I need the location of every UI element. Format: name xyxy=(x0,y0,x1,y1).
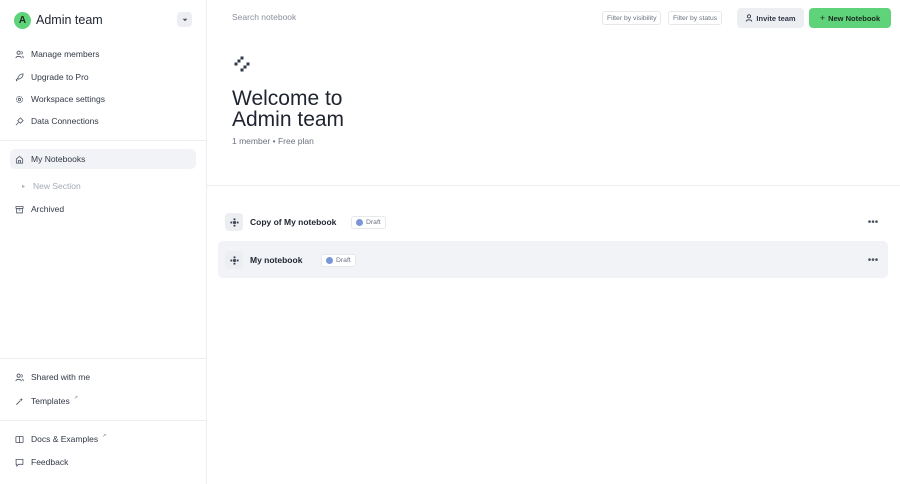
users-icon xyxy=(15,373,24,382)
sidebar-item-upgrade[interactable]: Upgrade to Pro xyxy=(10,67,196,87)
filter-status-button[interactable]: Filter by status xyxy=(668,11,723,25)
status-dot-icon xyxy=(326,257,333,264)
search-input[interactable]: Search notebook xyxy=(232,12,296,22)
status-badge[interactable]: Draft xyxy=(351,216,386,229)
user-icon xyxy=(746,14,753,22)
notebook-row[interactable]: Copy of My notebook Draft ••• xyxy=(218,203,888,240)
filter-visibility-button[interactable]: Filter by visibility xyxy=(602,11,662,25)
sidebar-item-label: New Section xyxy=(33,181,81,191)
new-notebook-label: New Notebook xyxy=(828,13,881,23)
sidebar-item-label: Data Connections xyxy=(31,116,99,126)
rocket-icon xyxy=(15,72,24,82)
sidebar: A Admin team Manage members Upgrade to P… xyxy=(0,0,207,484)
sidebar-divider xyxy=(0,420,206,421)
sidebar-item-templates[interactable]: Templates ↗ xyxy=(10,391,196,411)
sidebar-item-new-section[interactable]: ▸ New Section xyxy=(22,178,81,194)
sidebar-item-label: Archived xyxy=(31,204,65,214)
workspace-name: Admin team xyxy=(36,13,103,27)
sidebar-item-feedback[interactable]: Feedback xyxy=(10,452,196,472)
external-link-icon: ↗ xyxy=(102,433,107,439)
plus-icon: + xyxy=(819,13,826,23)
bullet-icon: ▸ xyxy=(22,183,26,190)
sidebar-item-label: My Notebooks xyxy=(31,154,86,164)
chat-icon xyxy=(15,458,24,467)
sidebar-item-label: Upgrade to Pro xyxy=(31,72,89,82)
status-label: Draft xyxy=(366,219,381,226)
status-dot-icon xyxy=(356,219,363,226)
workspace-header[interactable]: A Admin team xyxy=(14,11,192,29)
app-logo-icon xyxy=(234,56,250,72)
workspace-avatar: A xyxy=(14,11,31,29)
gear-icon xyxy=(15,95,24,104)
topbar: Search notebook Filter by visibility Fil… xyxy=(207,0,900,36)
sidebar-divider xyxy=(0,140,206,141)
sidebar-item-workspace-settings[interactable]: Workspace settings xyxy=(10,89,196,109)
sidebar-item-label: Shared with me xyxy=(31,372,91,382)
page-title-line: Admin team xyxy=(232,108,345,131)
chevron-down-icon[interactable] xyxy=(177,12,192,27)
notebook-title[interactable]: Copy of My notebook xyxy=(250,217,336,227)
invite-team-button[interactable]: Invite team xyxy=(737,8,804,28)
sidebar-item-label: Feedback xyxy=(31,457,69,467)
sidebar-item-label: Workspace settings xyxy=(31,94,106,104)
sidebar-item-docs[interactable]: Docs & Examples ↗ xyxy=(10,429,196,449)
notebook-row[interactable]: My notebook Draft ••• xyxy=(218,241,888,278)
notebook-title[interactable]: My notebook xyxy=(250,255,302,265)
status-badge[interactable]: Draft xyxy=(321,254,356,267)
notebook-icon xyxy=(225,251,243,269)
notebook-icon xyxy=(225,213,243,231)
more-options-icon[interactable]: ••• xyxy=(866,253,880,267)
more-options-icon[interactable]: ••• xyxy=(866,215,880,229)
page-title-line: Welcome to xyxy=(232,87,343,110)
workspace-meta: 1 member • Free plan xyxy=(232,136,314,146)
sidebar-item-label: Manage members xyxy=(31,49,100,59)
sidebar-item-shared-with-me[interactable]: Shared with me xyxy=(10,367,196,387)
archive-icon xyxy=(15,205,24,214)
sidebar-item-label: Templates xyxy=(31,396,70,406)
page-title: Welcome to Admin team xyxy=(232,88,532,130)
external-link-icon: ↗ xyxy=(73,395,78,401)
sidebar-item-label: Docs & Examples xyxy=(31,434,99,444)
home-icon xyxy=(15,155,24,164)
main-divider xyxy=(207,185,900,186)
sidebar-divider xyxy=(0,358,206,359)
new-notebook-button[interactable]: + New Notebook xyxy=(809,8,891,28)
sidebar-item-my-notebooks[interactable]: My Notebooks xyxy=(10,149,196,169)
users-icon xyxy=(15,50,24,59)
book-icon xyxy=(15,435,24,444)
invite-team-label: Invite team xyxy=(756,13,796,23)
sidebar-item-data-connections[interactable]: Data Connections xyxy=(10,111,196,131)
sparkle-icon xyxy=(15,397,24,406)
sidebar-item-manage-members[interactable]: Manage members xyxy=(10,44,196,64)
status-label: Draft xyxy=(336,257,351,264)
plug-icon xyxy=(15,116,24,126)
sidebar-item-archived[interactable]: Archived xyxy=(10,199,196,219)
